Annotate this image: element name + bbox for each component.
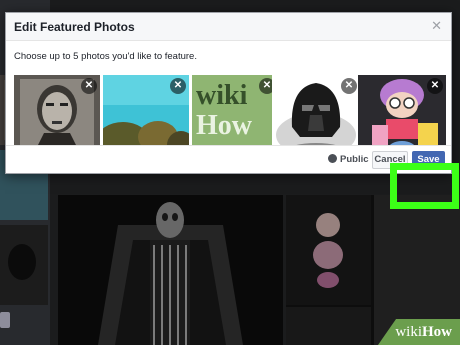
- globe-icon: [328, 154, 337, 163]
- background-coffin-photo: [58, 195, 283, 345]
- close-icon[interactable]: ✕: [431, 19, 442, 33]
- remove-photo-button[interactable]: ✕: [170, 78, 186, 94]
- dialog-instructions: Choose up to 5 photos you'd like to feat…: [14, 51, 197, 62]
- dialog-header: Edit Featured Photos ✕: [6, 13, 451, 41]
- privacy-label: Public: [340, 154, 369, 165]
- wikihow-watermark-text: wikiHow: [395, 324, 452, 340]
- save-button-highlight: [390, 163, 459, 209]
- edit-featured-photos-dialog: Edit Featured Photos ✕ Choose up to 5 ph…: [5, 12, 452, 174]
- remove-photo-button[interactable]: ✕: [81, 78, 97, 94]
- remove-photo-button[interactable]: ✕: [341, 78, 357, 94]
- remove-photo-button[interactable]: ✕: [427, 78, 443, 94]
- wikihow-logo-text: wiki How: [196, 80, 252, 141]
- dialog-footer: Public Cancel Save: [6, 145, 451, 173]
- dialog-title: Edit Featured Photos: [14, 20, 135, 34]
- privacy-selector[interactable]: Public: [328, 154, 369, 165]
